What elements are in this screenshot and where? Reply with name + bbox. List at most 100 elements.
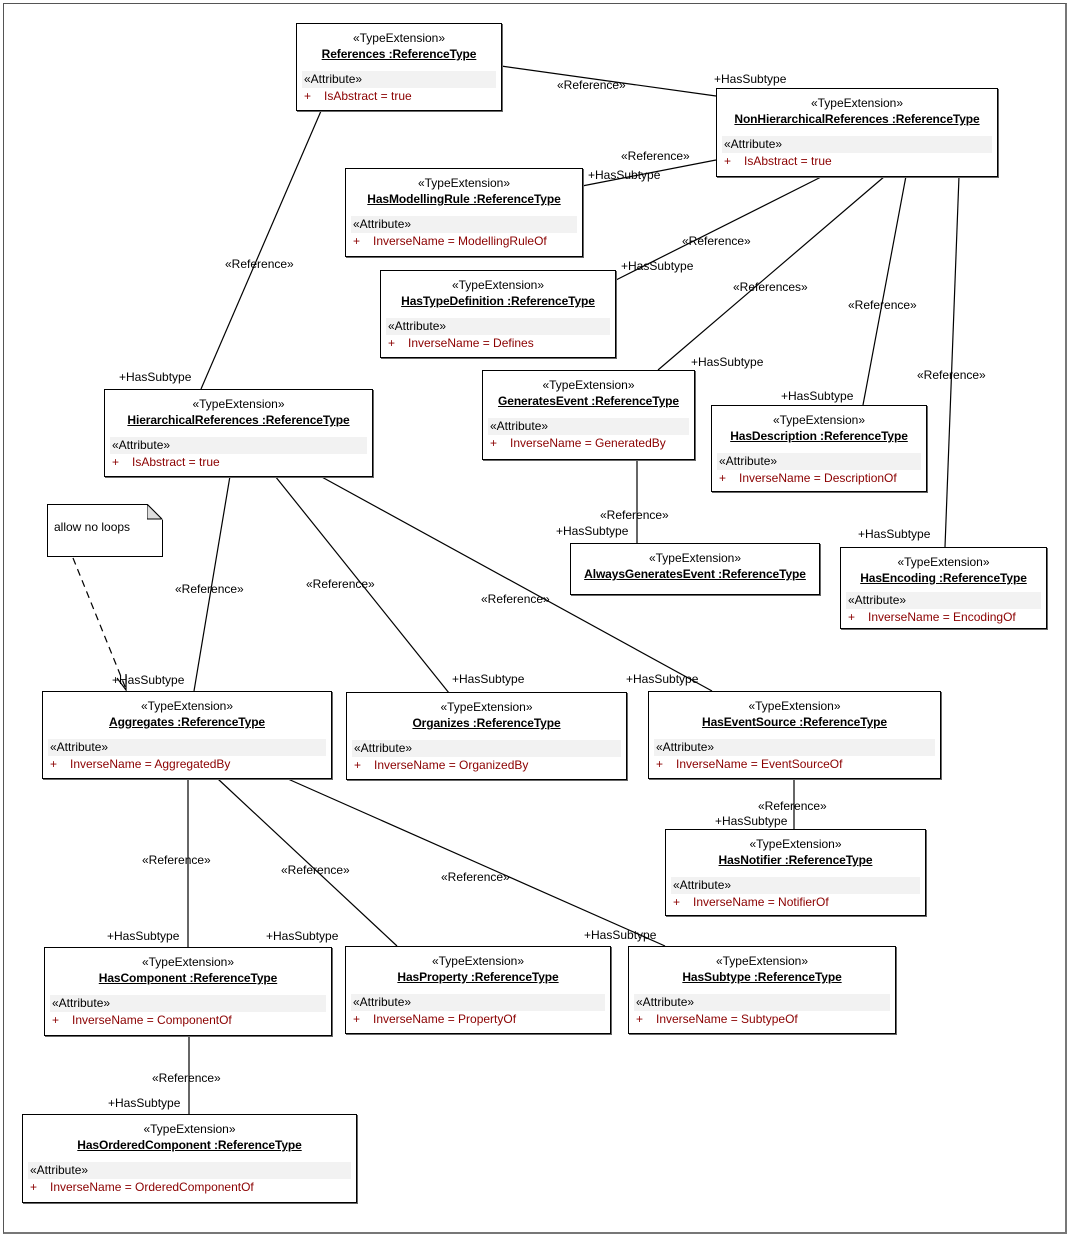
edge-label-role: +HasSubtype — [584, 928, 657, 942]
class-title: NonHierarchicalReferences :ReferenceType — [734, 112, 980, 126]
attribute-header: «Attribute» — [717, 453, 921, 470]
class-box-hasdescription[interactable]: «TypeExtension» HasDescription :Referenc… — [711, 405, 927, 492]
attribute-row: + InverseName = DescriptionOf — [717, 470, 921, 487]
stereotype-label: «TypeExtension» — [143, 1122, 236, 1136]
attribute-row: + IsAbstract = true — [302, 88, 496, 105]
public-visibility-icon: + — [490, 436, 498, 450]
class-box-references[interactable]: «TypeExtension» References :ReferenceTyp… — [296, 23, 502, 111]
edge-label-stereotype: «Reference» — [848, 298, 917, 312]
class-box-hasorderedcomponent[interactable]: «TypeExtension» HasOrderedComponent :Ref… — [22, 1114, 357, 1203]
public-visibility-icon: + — [304, 89, 312, 103]
class-box-aggregates[interactable]: «TypeExtension» Aggregates :ReferenceTyp… — [42, 691, 332, 779]
attribute-compartment: «Attribute» + InverseName = ComponentOf — [50, 995, 326, 1029]
attribute-header: «Attribute» — [846, 592, 1041, 609]
attribute-value: InverseName = EventSourceOf — [676, 757, 843, 771]
attribute-value: InverseName = Defines — [408, 336, 534, 350]
edge-label-stereotype: «Reference» — [441, 870, 510, 884]
class-box-hassubtype[interactable]: «TypeExtension» HasSubtype :ReferenceTyp… — [628, 946, 896, 1034]
public-visibility-icon: + — [52, 1013, 60, 1027]
edge-label-stereotype: «Reference» — [281, 863, 350, 877]
class-box-hastypedefinition[interactable]: «TypeExtension» HasTypeDefinition :Refer… — [380, 270, 616, 358]
stereotype-label: «TypeExtension» — [141, 955, 235, 969]
attribute-header: «Attribute» — [722, 136, 992, 153]
edge-label-role: +HasSubtype — [781, 389, 854, 403]
class-box-alwaysgeneratesevent[interactable]: «TypeExtension» AlwaysGeneratesEvent :Re… — [570, 543, 820, 595]
class-title: HasEncoding :ReferenceType — [860, 571, 1027, 585]
attribute-header: «Attribute» — [386, 318, 610, 335]
attribute-compartment: «Attribute» + InverseName = DescriptionOf — [717, 453, 921, 487]
class-box-nonhierarchical-references[interactable]: «TypeExtension» NonHierarchicalReference… — [716, 88, 998, 177]
attribute-row: + InverseName = PropertyOf — [351, 1011, 605, 1028]
public-visibility-icon: + — [50, 757, 58, 771]
edge-label-stereotype: «Reference» — [175, 582, 244, 596]
stereotype-label: «TypeExtension» — [352, 31, 446, 45]
attribute-header: «Attribute» — [302, 71, 496, 88]
edge-label-role: +HasSubtype — [858, 527, 931, 541]
class-title: HasEventSource :ReferenceType — [702, 715, 887, 729]
class-title: AlwaysGeneratesEvent :ReferenceType — [584, 567, 806, 581]
public-visibility-icon: + — [30, 1180, 38, 1194]
note-allow-no-loops: allow no loops — [47, 504, 163, 557]
attribute-header: «Attribute» — [352, 740, 621, 757]
stereotype-label: «TypeExtension» — [897, 555, 990, 569]
attribute-row: + InverseName = GeneratedBy — [488, 435, 689, 452]
attribute-header: «Attribute» — [48, 739, 326, 756]
class-box-hasmodellingrule[interactable]: «TypeExtension» HasModellingRule :Refere… — [345, 168, 583, 257]
edge-label-stereotype: «References» — [733, 280, 808, 294]
attribute-row: + IsAbstract = true — [722, 153, 992, 170]
attribute-row: + InverseName = EventSourceOf — [654, 756, 935, 773]
class-box-generatesevent[interactable]: «TypeExtension» GeneratesEvent :Referenc… — [482, 370, 695, 460]
attribute-row: + InverseName = Defines — [386, 335, 610, 352]
public-visibility-icon: + — [353, 1012, 361, 1026]
class-box-organizes[interactable]: «TypeExtension» Organizes :ReferenceType… — [346, 692, 627, 780]
stereotype-label: «TypeExtension» — [715, 954, 809, 968]
stereotype-label: «TypeExtension» — [772, 413, 866, 427]
edge-label-stereotype: «Reference» — [152, 1071, 221, 1085]
edge-label-role: +HasSubtype — [112, 673, 185, 687]
class-box-hasnotifier[interactable]: «TypeExtension» HasNotifier :ReferenceTy… — [665, 829, 926, 916]
attribute-compartment: «Attribute» + IsAbstract = true — [722, 136, 992, 170]
edge-label-role: +HasSubtype — [691, 355, 764, 369]
attribute-value: InverseName = DescriptionOf — [739, 471, 897, 485]
edge-nonhier-generatesevent — [657, 175, 886, 371]
class-title: HasModellingRule :ReferenceType — [367, 192, 561, 206]
attribute-header: «Attribute» — [634, 994, 890, 1011]
attribute-header: «Attribute» — [351, 994, 605, 1011]
attribute-header: «Attribute» — [671, 877, 920, 894]
class-title: HierarchicalReferences :ReferenceType — [127, 413, 350, 427]
attribute-value: InverseName = ModellingRuleOf — [373, 234, 547, 248]
attribute-row: + InverseName = ComponentOf — [50, 1012, 326, 1029]
stereotype-label: «TypeExtension» — [542, 378, 635, 392]
public-visibility-icon: + — [353, 234, 361, 248]
stereotype-label: «TypeExtension» — [810, 96, 904, 110]
public-visibility-icon: + — [724, 154, 732, 168]
public-visibility-icon: + — [354, 758, 362, 772]
stereotype-label: «TypeExtension» — [417, 176, 511, 190]
edge-nonhier-hasencoding — [944, 175, 960, 548]
class-box-hierarchical-references[interactable]: «TypeExtension» HierarchicalReferences :… — [104, 389, 373, 477]
edge-label-role: +HasSubtype — [266, 929, 339, 943]
class-title: Organizes :ReferenceType — [412, 716, 561, 730]
class-box-hasproperty[interactable]: «TypeExtension» HasProperty :ReferenceTy… — [345, 946, 611, 1034]
stereotype-label: «TypeExtension» — [749, 837, 842, 851]
attribute-header: «Attribute» — [488, 418, 689, 435]
edge-label-stereotype: «Reference» — [917, 368, 986, 382]
attribute-compartment: «Attribute» + IsAbstract = true — [110, 437, 367, 471]
public-visibility-icon: + — [719, 471, 727, 485]
attribute-value: InverseName = OrderedComponentOf — [50, 1180, 254, 1194]
class-box-hascomponent[interactable]: «TypeExtension» HasComponent :ReferenceT… — [44, 947, 332, 1036]
class-box-haseventsource[interactable]: «TypeExtension» HasEventSource :Referenc… — [648, 691, 941, 779]
attribute-row: + InverseName = EncodingOf — [846, 609, 1041, 626]
edge-label-role: +HasSubtype — [108, 1096, 181, 1110]
attribute-compartment: «Attribute» + InverseName = OrderedCompon… — [28, 1162, 351, 1196]
attribute-value: InverseName = OrganizedBy — [374, 758, 529, 772]
attribute-row: + InverseName = NotifierOf — [671, 894, 920, 911]
class-box-hasencoding[interactable]: «TypeExtension» HasEncoding :ReferenceTy… — [840, 547, 1047, 629]
note-fold-corner — [147, 504, 163, 520]
public-visibility-icon: + — [112, 455, 120, 469]
edge-label-role: +HasSubtype — [715, 814, 788, 828]
attribute-header: «Attribute» — [50, 995, 326, 1012]
stereotype-label: «TypeExtension» — [140, 699, 234, 713]
attribute-compartment: «Attribute» + InverseName = GeneratedBy — [488, 418, 689, 452]
edge-label-role: +HasSubtype — [588, 168, 661, 182]
